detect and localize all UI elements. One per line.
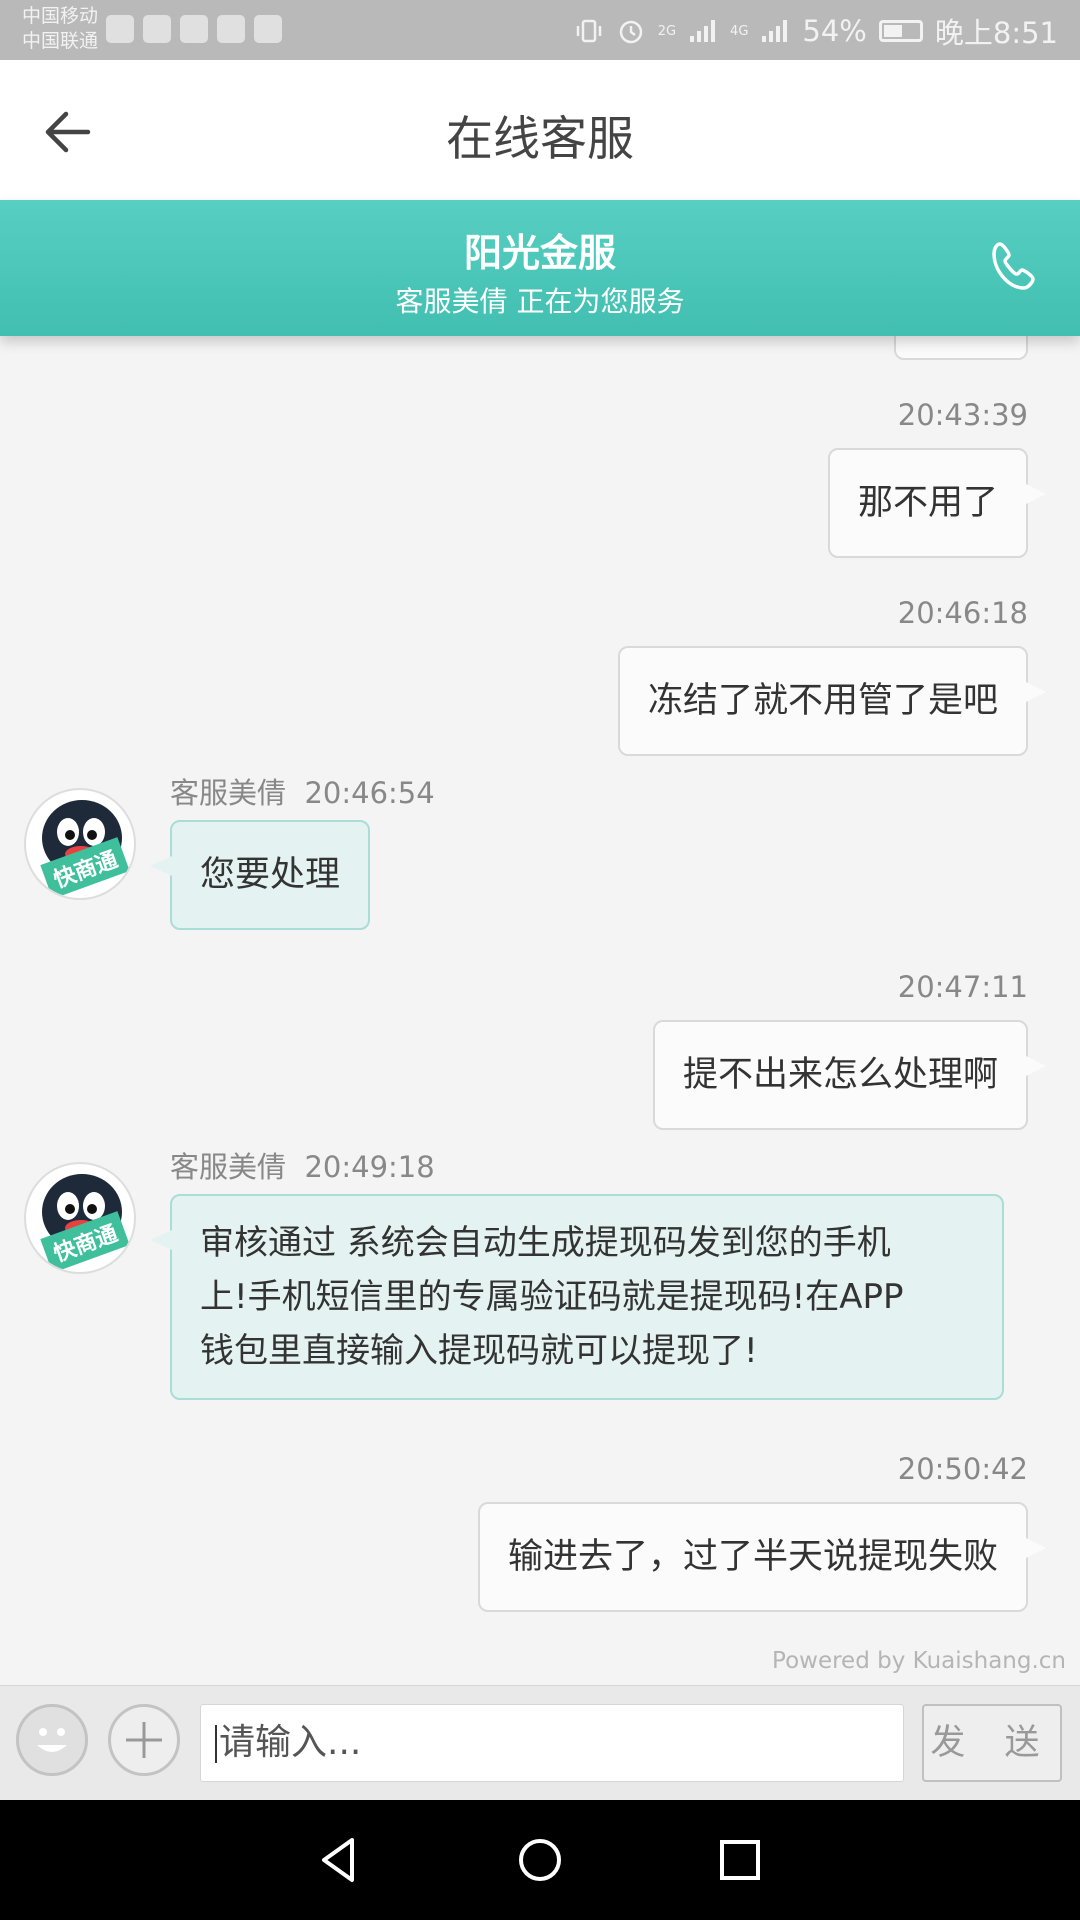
status-right: 2G 4G 54% 晚上8:51 [574,10,1058,52]
message-time: 20:47:11 [897,970,1028,1004]
chat-area[interactable]: 20:43:39 那不用了 20:46:18 冻结了就不用管了是吧 快商通 客服… [0,336,1080,1681]
incoming-message: 您要处理 [149,820,371,930]
battery-icon [878,20,923,42]
carrier-1: 中国移动 [22,5,99,27]
incoming-message: 审核通过 系统会自动生成提现码发到您的手机 上!手机短信里的专属验证码就是提现码… [150,1194,1004,1400]
carrier-2: 中国联通 [22,30,99,52]
clock: 晚上8:51 [934,16,1058,50]
title-bar: 在线客服 [0,60,1080,200]
baidu-app-icon [217,15,245,43]
agent-meta: 客服美倩 20:46:54 [170,770,435,812]
video-app-icon [106,15,134,43]
carrier-info: 中国移动 中国联通 [22,4,98,54]
network-type-2: 4G [730,23,749,39]
phone-icon[interactable] [986,238,1046,298]
previous-message-bubble [894,336,1028,360]
signal-icon-2 [762,20,788,42]
plus-icon [126,1722,162,1758]
outgoing-message: 那不用了 [827,448,1047,558]
message-time: 20:46:18 [897,596,1028,630]
send-button[interactable]: 发 送 [922,1704,1062,1782]
network-type-1: 2G [657,23,677,39]
more-button[interactable] [108,1704,180,1776]
message-line: 钱包里直接输入提现码就可以提现了! [200,1331,758,1371]
navigation-bar [0,1800,1080,1920]
battery-percent: 54% [802,14,867,48]
nav-home-icon[interactable] [510,1830,570,1890]
message-time: 20:43:39 [897,398,1028,432]
alarm-icon [619,20,642,44]
smiley-icon [37,1728,67,1752]
nav-recents-icon[interactable] [710,1830,770,1890]
emoji-button[interactable] [16,1704,88,1776]
agent-name: 客服美倩 [170,776,287,810]
status-bar: 中国移动 中国联通 2G 4G 54% 晚上8:51 [0,0,1080,60]
outgoing-message: 输进去了，过了半天说提现失败 [477,1502,1047,1612]
nav-back-icon[interactable] [310,1830,370,1890]
agent-name: 客服美倩 [170,1150,287,1184]
page-title: 在线客服 [446,112,634,167]
outgoing-message: 冻结了就不用管了是吧 [617,646,1047,756]
news-app-icon [143,15,171,43]
agent-meta: 客服美倩 20:49:18 [170,1144,435,1186]
vibrate-icon [576,19,601,43]
notification-icons [106,15,282,43]
message-time: 20:46:54 [304,776,435,810]
message-input[interactable]: 请输入... [200,1704,904,1782]
powered-by: Powered by Kuaishang.cn [772,1648,1066,1674]
message-line: 审核通过 系统会自动生成提现码发到您的手机 [200,1223,891,1263]
signal-icon-1 [690,20,716,42]
message-time: 20:49:18 [304,1150,435,1184]
text-caret [215,1725,217,1763]
media-app-icon [254,15,282,43]
message-time: 20:50:42 [897,1452,1028,1486]
outgoing-message: 提不出来怎么处理啊 [652,1020,1047,1130]
service-status: 客服美倩 正在为您服务 [395,285,685,318]
agent-avatar: 快商通 [24,1162,136,1274]
browser-app-icon [180,15,208,43]
service-header: 阳光金服 客服美倩 正在为您服务 [0,200,1080,336]
service-name: 阳光金服 [463,231,616,275]
agent-avatar: 快商通 [24,788,136,900]
message-line: 上!手机短信里的专属验证码就是提现码!在APP [200,1277,904,1317]
input-bar: 请输入... 发 送 [0,1685,1080,1801]
input-placeholder: 请输入... [219,1722,362,1763]
